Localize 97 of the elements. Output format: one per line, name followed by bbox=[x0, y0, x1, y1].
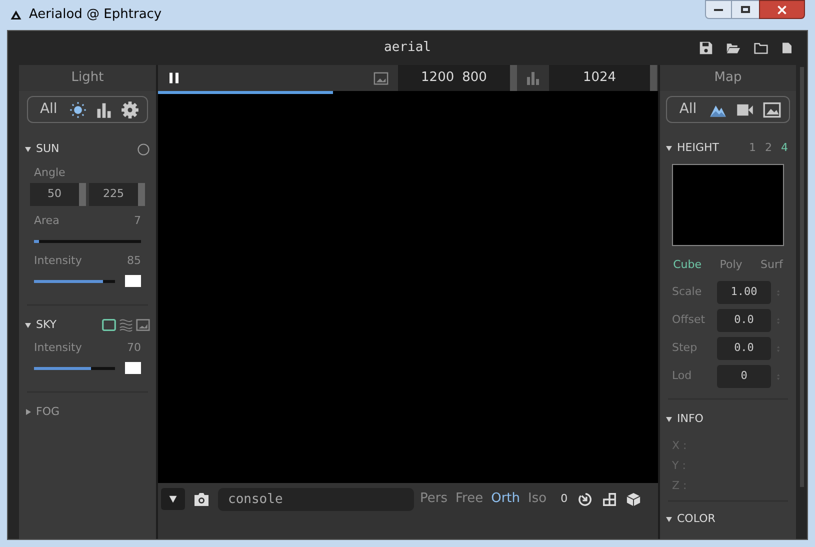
samples-field[interactable]: 1024 bbox=[549, 65, 650, 91]
field-handle[interactable] bbox=[650, 65, 657, 91]
all-tab[interactable]: All bbox=[36, 99, 62, 120]
projection-tab[interactable]: Orth bbox=[491, 489, 520, 509]
file-icon bbox=[781, 41, 793, 55]
all-tab[interactable]: All bbox=[675, 99, 701, 120]
height-map-preview[interactable] bbox=[672, 164, 784, 246]
folder-button[interactable] bbox=[753, 41, 769, 55]
cube-button[interactable] bbox=[626, 492, 641, 506]
console-field[interactable]: console bbox=[218, 488, 414, 510]
sun-icon bbox=[69, 100, 88, 118]
field-handle[interactable] bbox=[510, 65, 517, 91]
slider-track[interactable] bbox=[34, 240, 139, 242]
mesh-mode-tab[interactable]: Surf bbox=[760, 256, 783, 274]
field-label: Scale bbox=[672, 284, 703, 300]
screenshot-button[interactable] bbox=[193, 491, 210, 507]
mesh-mode-tab[interactable]: Poly bbox=[720, 256, 742, 274]
image-icon bbox=[372, 70, 390, 86]
image-icon bbox=[136, 318, 150, 332]
pause-button[interactable] bbox=[168, 72, 180, 84]
sky-flat-button[interactable] bbox=[102, 318, 116, 332]
window-title: Aerialod @ Ephtracy bbox=[29, 6, 162, 24]
pause-icon bbox=[168, 72, 180, 84]
caret-icon bbox=[168, 494, 178, 504]
waves-icon bbox=[119, 318, 133, 332]
angle-label: Angle bbox=[33, 164, 66, 181]
bars-tab[interactable] bbox=[95, 100, 114, 118]
collapse-arrow-icon[interactable] bbox=[666, 145, 672, 151]
slider-value: 7 bbox=[134, 212, 141, 229]
number-field[interactable]: 0.0 bbox=[717, 309, 771, 332]
number-field[interactable]: 0 bbox=[717, 365, 771, 388]
gear-tab[interactable] bbox=[121, 100, 140, 118]
new-file-button[interactable] bbox=[781, 41, 793, 55]
scene-title: aerial bbox=[384, 39, 431, 58]
collapse-arrow-icon[interactable] bbox=[666, 416, 672, 422]
square-icon bbox=[102, 318, 116, 332]
panel-title: Map bbox=[660, 65, 796, 91]
lod-tab[interactable]: 1 bbox=[749, 140, 756, 156]
projection-tab[interactable]: Free bbox=[456, 489, 484, 509]
circle-icon bbox=[137, 142, 150, 156]
color-swatch[interactable] bbox=[125, 275, 141, 287]
sky-image-button[interactable] bbox=[136, 318, 150, 332]
slider-track[interactable] bbox=[34, 366, 115, 370]
field-label: Lod bbox=[672, 368, 693, 384]
open-folder-icon bbox=[725, 41, 741, 55]
dropdown-button[interactable] bbox=[161, 488, 185, 510]
number-field[interactable]: 1.00 bbox=[717, 281, 771, 304]
minimize-button[interactable] bbox=[705, 0, 732, 19]
close-button[interactable] bbox=[759, 0, 805, 19]
blocks-icon bbox=[602, 492, 617, 506]
section-title: INFO bbox=[677, 410, 704, 427]
folder-icon bbox=[753, 41, 769, 55]
count-label: 0 bbox=[560, 490, 568, 507]
bar-chart-icon bbox=[525, 70, 541, 86]
cube-icon bbox=[626, 492, 641, 506]
color-swatch[interactable] bbox=[125, 362, 141, 374]
close-icon bbox=[777, 4, 787, 14]
camera-icon bbox=[193, 491, 210, 507]
sun-tab[interactable] bbox=[69, 100, 88, 118]
save-button[interactable] bbox=[699, 41, 713, 55]
mesh-mode-tab[interactable]: Cube bbox=[673, 256, 702, 274]
blocks-button[interactable] bbox=[602, 492, 617, 506]
field-label: Step bbox=[672, 340, 698, 356]
gear-icon bbox=[121, 100, 140, 118]
section-title: SKY bbox=[36, 316, 57, 333]
section-title: FOG bbox=[36, 404, 60, 420]
resolution-field[interactable]: 1200 800 bbox=[398, 65, 510, 91]
number-field[interactable]: 0.0 bbox=[717, 337, 771, 360]
slider-label: Intensity bbox=[34, 340, 82, 356]
lod-tab[interactable]: 4 bbox=[781, 140, 788, 156]
section-title: SUN bbox=[36, 140, 60, 157]
rotate-arrow-icon bbox=[578, 492, 593, 506]
expand-arrow-icon[interactable] bbox=[25, 409, 31, 415]
reset-view-button[interactable] bbox=[578, 492, 593, 506]
image-tab[interactable] bbox=[762, 100, 781, 118]
maximize-button[interactable] bbox=[732, 0, 759, 19]
projection-tab[interactable]: Iso bbox=[528, 489, 547, 509]
lod-tab[interactable]: 2 bbox=[765, 140, 772, 156]
slider-value: 85 bbox=[127, 252, 141, 269]
panel-title: Light bbox=[19, 65, 156, 91]
slider-label: Area bbox=[34, 212, 60, 229]
angle-field[interactable]: 50 bbox=[30, 183, 86, 206]
angle-field[interactable]: 225 bbox=[89, 183, 145, 206]
collapse-arrow-icon[interactable] bbox=[25, 322, 31, 328]
image-icon bbox=[762, 100, 781, 118]
collapse-arrow-icon[interactable] bbox=[25, 146, 31, 152]
section-title: HEIGHT bbox=[677, 140, 719, 156]
sky-gradient-button[interactable] bbox=[119, 318, 133, 332]
bars-icon bbox=[95, 100, 114, 118]
slider-value: 70 bbox=[127, 340, 141, 356]
open-button[interactable] bbox=[725, 41, 741, 55]
collapse-arrow-icon[interactable] bbox=[666, 516, 672, 522]
projection-tab[interactable]: Pers bbox=[420, 489, 448, 509]
field-label: Offset bbox=[672, 312, 706, 328]
slider-label: Intensity bbox=[34, 252, 82, 269]
app-logo-icon bbox=[10, 9, 22, 21]
section-title: COLOR bbox=[677, 510, 716, 527]
